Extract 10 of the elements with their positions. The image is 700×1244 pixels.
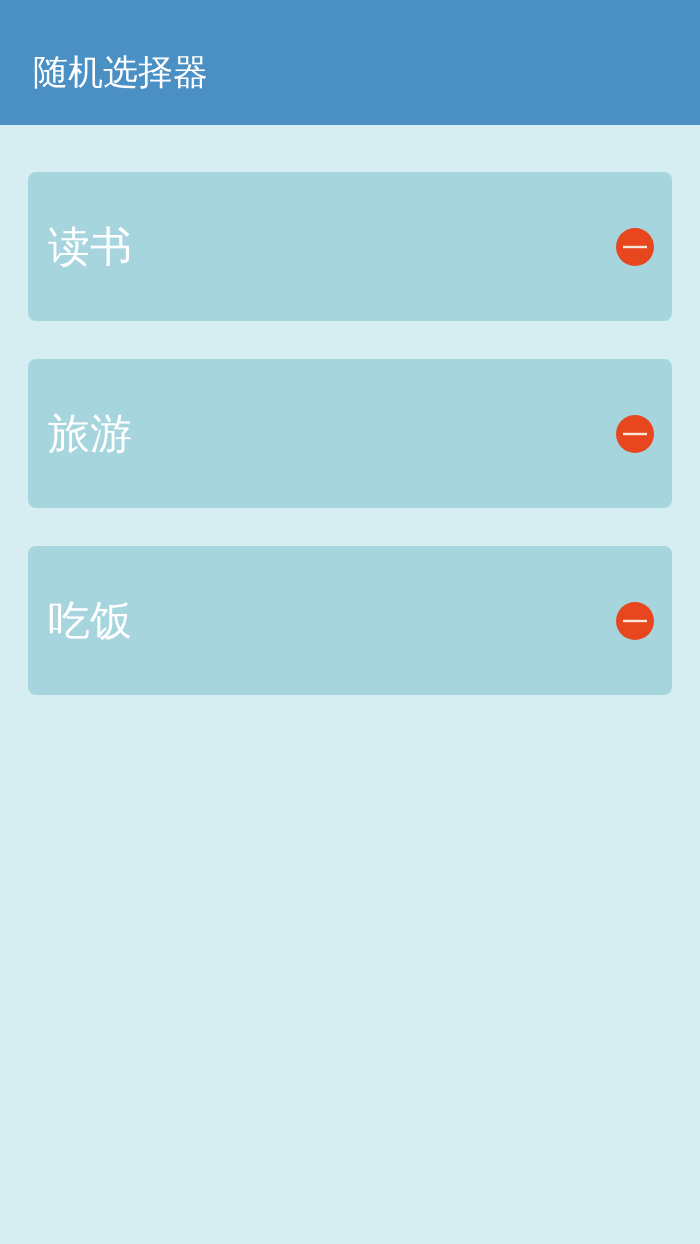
- choice-label: 旅游: [48, 407, 132, 460]
- remove-icon[interactable]: [616, 414, 654, 453]
- choice-card[interactable]: 旅游: [28, 359, 672, 508]
- remove-icon[interactable]: [616, 601, 654, 640]
- app-title: 随机选择器: [33, 51, 208, 94]
- choice-label: 吃饭: [48, 594, 132, 647]
- choice-card[interactable]: 读书: [28, 172, 672, 321]
- remove-icon[interactable]: [616, 227, 654, 266]
- choice-label: 读书: [48, 220, 132, 273]
- choice-card[interactable]: 吃饭: [28, 546, 672, 695]
